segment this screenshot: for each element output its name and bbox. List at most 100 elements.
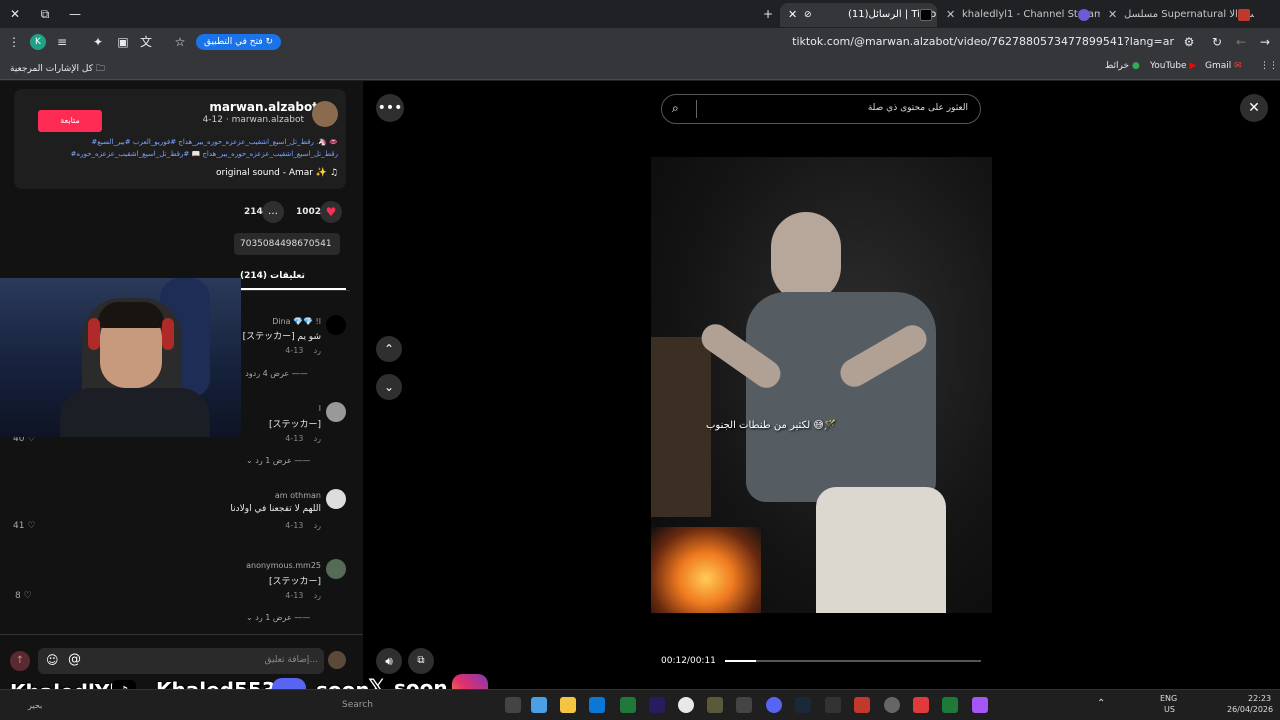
weather-widget[interactable]: بحير [28, 701, 42, 710]
restore-window-button[interactable]: ⧉ [34, 4, 56, 24]
bookmark-maps[interactable]: خرائط ● [1105, 61, 1140, 71]
like-heart-icon[interactable]: ♥ [320, 201, 342, 223]
maps-icon: ● [1131, 61, 1140, 71]
tab-close-icon[interactable]: ✕ [1108, 3, 1117, 27]
new-tab-button[interactable]: + [757, 4, 779, 24]
tab-tiktok[interactable]: ✕ ⊘ (11)الرسائل | TikTok [780, 3, 937, 27]
my-avatar [328, 651, 346, 669]
app-icon[interactable] [707, 697, 723, 713]
app-icon[interactable] [854, 697, 870, 713]
copilot-icon[interactable] [531, 697, 547, 713]
author-avatar[interactable] [312, 101, 338, 127]
language-indicator[interactable]: ENG [1160, 694, 1177, 703]
tab-close-icon[interactable]: ✕ [788, 3, 797, 27]
video-time: 00:12/00:11 [661, 656, 716, 666]
volume-icon[interactable]: 🔊︎ [376, 648, 402, 674]
comment-author[interactable]: ا [319, 404, 321, 413]
comments-tab[interactable]: تعليقات (214) [240, 271, 305, 281]
video-progress-track[interactable] [725, 660, 981, 662]
profile-avatar[interactable]: K [30, 34, 46, 50]
settings-icon[interactable] [884, 697, 900, 713]
reload-icon[interactable]: ↻ [1209, 34, 1225, 50]
site-settings-icon[interactable]: ⚙ [1181, 34, 1197, 50]
close-window-button[interactable]: ✕ [4, 4, 26, 24]
follow-button[interactable]: متابعة [38, 110, 102, 132]
view-replies[interactable]: ⌄ عرض 4 ردود —— [236, 369, 308, 378]
view-replies-label: عرض 4 ردود [245, 369, 290, 378]
mute-tab-icon[interactable]: ⊘ [804, 3, 812, 27]
reply-link[interactable]: رد [314, 434, 321, 443]
premiere-icon[interactable] [649, 697, 665, 713]
clock-time[interactable]: 22:23 [1248, 694, 1271, 703]
comment-avatar[interactable] [326, 559, 346, 579]
store-icon[interactable] [589, 697, 605, 713]
video-player[interactable]: لكثير من طنطات الجنوب 😅🪄 [651, 157, 992, 613]
tab-close-icon[interactable]: ✕ [946, 3, 955, 27]
send-arrow-icon[interactable]: ↑ [10, 651, 30, 671]
more-options-icon[interactable]: ••• [376, 94, 404, 122]
comment-date: 4-13 رد [285, 521, 321, 530]
comment-bubble-icon[interactable]: … [262, 201, 284, 223]
url-field[interactable]: tiktok.com/@marwan.alzabot/video/7627880… [792, 35, 1174, 48]
tab-kick[interactable]: ✕ khaledlyl1 - Channel Streams o [942, 3, 1100, 27]
back-icon[interactable]: → [1257, 34, 1273, 50]
bookmark-label: Gmail [1205, 61, 1232, 71]
related-search-input[interactable]: العثور على محتوى ذي صلة ⌕ [661, 94, 981, 124]
file-explorer-icon[interactable] [560, 697, 576, 713]
extensions-icon[interactable]: ✦ [90, 34, 106, 50]
app-icon[interactable] [505, 697, 521, 713]
clock-date[interactable]: 26/04/2026 [1227, 705, 1273, 714]
view-replies-label: عرض 1 رد [255, 456, 292, 465]
translate-icon[interactable]: 文 [138, 34, 154, 50]
search-icon[interactable]: ⌕ [672, 101, 679, 116]
chrome-icon[interactable] [678, 697, 694, 713]
post-username[interactable]: marwan.alzabot [209, 100, 318, 114]
previous-video-button[interactable]: ⌃ [376, 336, 402, 362]
sound-link[interactable]: original sound - Amar ✨ ♫ [216, 168, 338, 178]
comment-likes[interactable]: 8 ♡ [15, 591, 32, 601]
view-replies[interactable]: ⌄ عرض 1 رد —— [246, 456, 310, 465]
copy-link-box[interactable]: 7035084498670541 [234, 233, 340, 255]
menu-icon[interactable]: ⋮ [6, 34, 22, 50]
excel-icon[interactable] [620, 697, 636, 713]
comment-avatar[interactable] [326, 489, 346, 509]
app-icon[interactable] [913, 697, 929, 713]
tray-chevron-icon[interactable]: ⌃ [1097, 698, 1105, 709]
steam-icon[interactable] [795, 697, 811, 713]
emoji-icon[interactable]: ☺ [46, 653, 59, 667]
app-icon[interactable] [736, 697, 752, 713]
comment-author[interactable]: Dina 💎💎 !ا [272, 317, 321, 326]
app-icon[interactable] [825, 697, 841, 713]
screenshot-icon[interactable]: ▣ [115, 34, 131, 50]
next-video-button[interactable]: ⌄ [376, 374, 402, 400]
app-icon[interactable] [972, 697, 988, 713]
forward-icon[interactable]: ← [1233, 34, 1249, 50]
comment-date-text: 4-13 [285, 434, 304, 443]
mention-icon[interactable]: @ [68, 652, 81, 667]
open-in-app-button[interactable]: فتح في التطبيق ↻ [196, 34, 282, 50]
comment-avatar[interactable] [326, 315, 346, 335]
bookmark-gmail[interactable]: Gmail ✉ [1205, 61, 1242, 71]
gmail-icon: ✉ [1234, 61, 1242, 71]
reading-list-icon[interactable]: ≡ [54, 34, 70, 50]
taskbar-search[interactable]: Search [342, 700, 373, 710]
all-bookmarks[interactable]: كل الإشارات المرجعية 🗀 [10, 61, 105, 77]
comment-author[interactable]: am othman [275, 491, 321, 500]
bookmark-star-icon[interactable]: ☆ [172, 34, 188, 50]
comment-author[interactable]: anonymous.mm25 [246, 561, 321, 570]
comment-avatar[interactable] [326, 402, 346, 422]
minimize-window-button[interactable]: — [64, 4, 86, 24]
apps-grid-icon[interactable]: ⋮⋮ [1260, 61, 1278, 71]
reply-link[interactable]: رد [314, 591, 321, 600]
reply-link[interactable]: رد [314, 346, 321, 355]
comment-input[interactable]: ☺ @ إضافة تعليق... [38, 648, 324, 674]
bookmark-youtube[interactable]: YouTube ▶ [1150, 61, 1196, 71]
close-icon[interactable]: ✕ [1240, 94, 1268, 122]
tab-supernatural[interactable]: ✕ مسلسل Supernatural الموسم الا [1104, 3, 1254, 27]
view-replies[interactable]: ⌄ عرض 1 رد —— [246, 613, 310, 622]
picture-in-picture-icon[interactable]: ⧉ [408, 648, 434, 674]
comment-likes[interactable]: 41 ♡ [13, 521, 35, 531]
reply-link[interactable]: رد [314, 521, 321, 530]
excel-icon[interactable] [942, 697, 958, 713]
discord-taskbar-icon[interactable] [766, 697, 782, 713]
